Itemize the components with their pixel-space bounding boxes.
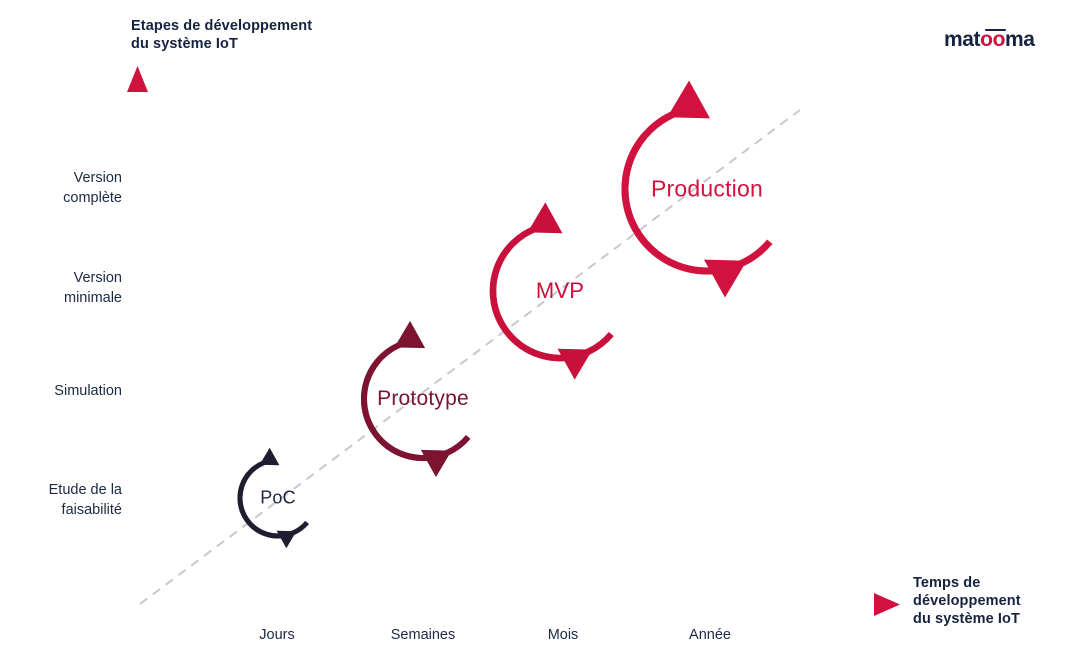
- iot-development-stages-diagram: [127, 66, 900, 616]
- cycle-arrowhead-top-left-icon: [527, 202, 563, 234]
- logo-macron-icon: [985, 29, 1006, 31]
- cycle-node-label-mvp: MVP: [535, 278, 585, 303]
- y-axis-arrowhead-icon: [127, 66, 148, 92]
- cycle-arc-lower: [621, 134, 737, 275]
- logo-o-first: o: [980, 28, 993, 51]
- x-axis-tick-label: Année: [689, 627, 731, 643]
- y-axis-tick-label: Version minimale: [63, 270, 122, 306]
- y-axis-tick-label: Version complète: [63, 170, 122, 206]
- cycle-node-label-poc: PoC: [260, 487, 296, 508]
- x-axis: [134, 593, 900, 616]
- cycle-arrowhead-top-left-icon: [259, 447, 280, 466]
- cycle-node-label-production: Production: [651, 175, 763, 202]
- y-axis-tick-labels: Version complète Version minimale Simulati…: [0, 0, 122, 658]
- cycle-arrowhead-top-left-icon: [394, 320, 426, 349]
- logo-text-part-2: ma: [1005, 28, 1035, 51]
- cycle-arrowhead-bottom-right-icon: [557, 348, 593, 380]
- x-axis-title: Temps de développement du système IoT: [913, 575, 1021, 627]
- x-axis-tick-label: Semaines: [390, 627, 456, 643]
- cycle-arrowhead-bottom-right-icon: [703, 259, 747, 298]
- x-axis-tick-label: Mois: [547, 627, 579, 643]
- y-axis-title: Etapes de développement du système IoT: [131, 18, 313, 52]
- cycle-node-label-prototype: Prototype: [377, 387, 469, 410]
- cycle-arrowhead-bottom-right-icon: [420, 449, 452, 478]
- y-axis-tick-label: Simulation: [54, 383, 122, 399]
- cycle-arrowhead-top-left-icon: [667, 80, 711, 119]
- logo-o-second: o: [992, 28, 1006, 51]
- x-axis-tick-label: Jours: [259, 627, 295, 643]
- cycle-nodes-layer: [237, 80, 773, 549]
- y-axis-tick-label: Etude de la faisabilité: [48, 482, 122, 518]
- diagram-canvas: Version complète Version minimale Simulati…: [0, 0, 1068, 658]
- logo-text-part-1: mat: [944, 28, 981, 51]
- cycle-arrowhead-bottom-right-icon: [276, 530, 297, 549]
- y-axis: [127, 66, 148, 608]
- x-axis-arrowhead-icon: [874, 593, 900, 616]
- matooma-logo: matooma: [944, 27, 1036, 53]
